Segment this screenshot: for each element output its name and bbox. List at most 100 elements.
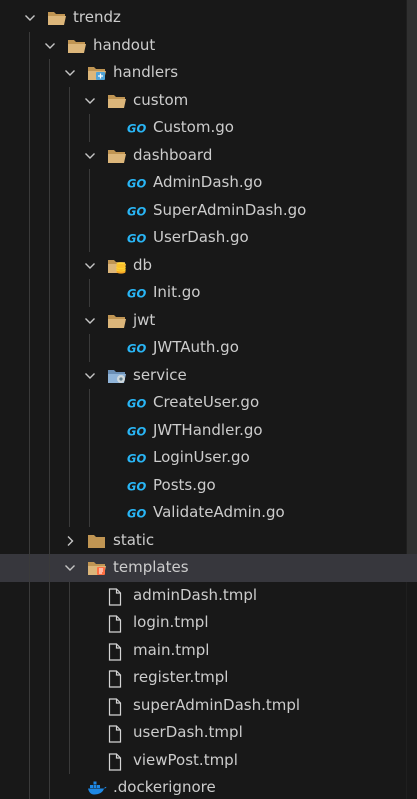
indent-guide [69,609,70,637]
folder-closed-icon [87,527,109,555]
tree-file-init-go[interactable]: GO Init.go [0,279,417,307]
tree-file-custom-go[interactable]: GO Custom.go [0,114,417,142]
tree-folder-templates[interactable]: templates [0,554,417,582]
svg-text:GO: GO [127,204,146,218]
chevron-down-icon[interactable] [82,252,98,280]
go-file-icon: GO [127,472,149,500]
indent-guide [69,334,70,362]
tree-file-loginuser-go[interactable]: GO LoginUser.go [0,444,417,472]
tree-file-register-tmpl[interactable]: register.tmpl [0,664,417,692]
chevron-down-icon[interactable] [62,554,78,582]
indent-guide [89,444,90,472]
indent-guide [29,636,30,664]
indent-guide [29,86,30,114]
tree-folder-handout[interactable]: handout [0,31,417,60]
indent-guide [69,416,70,444]
indent-guide [49,196,50,224]
go-file-icon: GO [127,279,149,307]
tree-folder-db[interactable]: db [0,251,417,280]
indent-guide [89,416,90,444]
tree-folder-static[interactable]: static [0,526,417,555]
svg-text:GO: GO [127,452,146,466]
folder-open-icon [107,307,129,335]
indent-guide [49,526,50,554]
tree-item-label: ValidateAdmin.go [153,503,285,521]
indent-guide [69,141,70,169]
tree-file-jwtauth-go[interactable]: GO JWTAuth.go [0,334,417,362]
file-icon [107,637,129,665]
indent-guide [49,114,50,142]
tree-item-label: Init.go [153,283,201,301]
indent-guide [69,169,70,197]
tree-folder-jwt[interactable]: jwt [0,306,417,335]
templates-folder-icon [87,554,109,582]
svg-text:GO: GO [127,397,146,411]
tree-item-label: handout [93,35,156,54]
tree-file-jwthandler-go[interactable]: GO JWTHandler.go [0,416,417,444]
indent-guide [49,361,50,389]
tree-file-superadmindash-tmpl[interactable]: superAdminDash.tmpl [0,691,417,719]
indent-guide [89,389,90,417]
indent-guide [69,224,70,252]
tree-item-label: LoginUser.go [153,448,250,466]
tree-file-login-tmpl[interactable]: login.tmpl [0,609,417,637]
tree-folder-handlers[interactable]: handlers [0,59,417,87]
tree-file-superadmindash-go[interactable]: GO SuperAdminDash.go [0,196,417,224]
indent-guide [69,471,70,499]
chevron-right-icon[interactable] [62,527,78,555]
tree-file-createuser-go[interactable]: GO CreateUser.go [0,389,417,417]
chevron-down-icon[interactable] [62,59,78,87]
go-file-icon: GO [127,444,149,472]
tree-file-validateadmin-go[interactable]: GO ValidateAdmin.go [0,499,417,527]
indent-guide [69,719,70,747]
indent-guide [49,334,50,362]
tree-item-label: JWTAuth.go [153,338,239,356]
chevron-down-icon[interactable] [82,142,98,170]
indent-guide [89,279,90,307]
indent-guide [49,224,50,252]
file-tree: trendz handout handlers custom GO Custom.go da… [0,4,417,799]
indent-guide [29,609,30,637]
indent-guide [89,169,90,197]
indent-guide [49,416,50,444]
indent-guide [49,554,50,582]
tree-item-label: AdminDash.go [153,173,263,191]
tree-item-label: login.tmpl [133,613,209,631]
tree-folder-custom[interactable]: custom [0,86,417,115]
indent-guide [29,251,30,279]
chevron-down-icon[interactable] [82,87,98,115]
chevron-down-icon[interactable] [22,4,38,32]
indent-guide [49,251,50,279]
indent-guide [69,86,70,114]
tree-folder-trendz[interactable]: trendz [0,4,417,32]
indent-guide [29,691,30,719]
chevron-down-icon[interactable] [42,32,58,60]
chevron-down-icon[interactable] [82,362,98,390]
tree-folder-service[interactable]: service [0,361,417,390]
tree-file-main-tmpl[interactable]: main.tmpl [0,636,417,665]
indent-guide [29,416,30,444]
chevron-down-icon[interactable] [82,307,98,335]
indent-guide [49,444,50,472]
tree-item-label: register.tmpl [133,668,229,686]
tree-item-label: Custom.go [153,118,234,136]
tree-file-admindash-tmpl[interactable]: adminDash.tmpl [0,581,417,609]
tree-file-userdash-go[interactable]: GO UserDash.go [0,224,417,252]
indent-guide [49,636,50,664]
tree-file-dockerignore[interactable]: .dockerignore [0,774,417,799]
svg-text:GO: GO [127,177,146,191]
tree-item-label: .dockerignore [113,778,216,796]
tree-folder-dashboard[interactable]: dashboard [0,141,417,170]
tree-file-viewpost-tmpl[interactable]: viewPost.tmpl [0,746,417,774]
tree-file-admindash-go[interactable]: GO AdminDash.go [0,169,417,197]
indent-guide [49,279,50,307]
indent-guide [29,141,30,169]
indent-guide [29,59,30,87]
indent-guide [89,334,90,362]
indent-guide [29,719,30,747]
handlers-folder-icon [87,59,109,87]
tree-file-posts-go[interactable]: GO Posts.go [0,471,417,500]
indent-guide [29,334,30,362]
tree-file-userdash-tmpl[interactable]: userDash.tmpl [0,719,417,747]
tree-item-label: UserDash.go [153,228,249,246]
